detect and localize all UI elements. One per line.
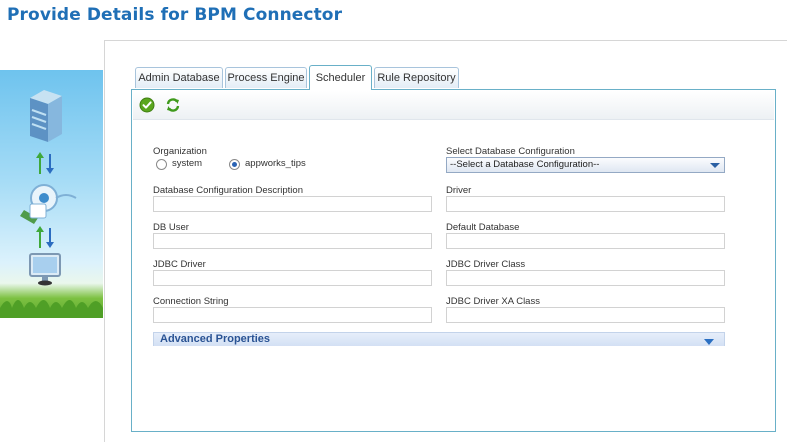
default-database-field[interactable] xyxy=(446,233,725,249)
jdbc-driver-xa-class-label: JDBC Driver XA Class xyxy=(446,296,540,307)
driver-field[interactable] xyxy=(446,196,725,212)
jdbc-driver-label: JDBC Driver xyxy=(153,259,206,270)
sync-arrows-icon xyxy=(36,226,54,248)
tab-scheduler[interactable]: Scheduler xyxy=(309,65,372,90)
connector-gear-icon xyxy=(20,184,77,224)
driver-label: Driver xyxy=(446,185,472,196)
jdbc-driver-class-field[interactable] xyxy=(446,270,725,286)
refresh-icon[interactable] xyxy=(165,97,181,113)
connection-string-field[interactable] xyxy=(153,307,432,323)
advanced-properties-toggle[interactable]: Advanced Properties xyxy=(153,332,725,346)
jdbc-driver-class-label: JDBC Driver Class xyxy=(446,259,526,270)
default-database-label: Default Database xyxy=(446,222,520,233)
organization-label: Organization xyxy=(153,146,207,157)
server-icon xyxy=(30,90,62,142)
advanced-properties-label: Advanced Properties xyxy=(160,333,271,345)
page-title: Provide Details for BPM Connector xyxy=(7,5,343,25)
form-toolbar xyxy=(133,91,774,120)
tab-process-engine[interactable]: Process Engine xyxy=(225,67,307,88)
jdbc-driver-xa-class-field[interactable] xyxy=(446,307,725,323)
chevron-down-icon xyxy=(704,339,714,345)
sync-arrows-icon xyxy=(36,152,54,174)
connector-illustration xyxy=(0,70,103,318)
db-config-description-field[interactable] xyxy=(153,196,432,212)
db-config-select[interactable]: --Select a Database Configuration-- xyxy=(446,157,725,173)
scheduler-form: Organization system appworks_tips Select… xyxy=(131,89,776,432)
radio-system-label: system xyxy=(172,158,203,169)
db-config-description-label: Database Configuration Description xyxy=(153,185,303,196)
db-user-field[interactable] xyxy=(153,233,432,249)
check-icon[interactable] xyxy=(139,97,155,113)
chevron-down-icon xyxy=(710,163,720,168)
connection-string-label: Connection String xyxy=(153,296,229,307)
tab-admin-database[interactable]: Admin Database xyxy=(135,67,223,88)
db-config-label: Select Database Configuration xyxy=(446,146,575,157)
radio-appworks-tips[interactable] xyxy=(229,159,240,170)
radio-appworks-tips-label: appworks_tips xyxy=(245,158,306,169)
db-user-label: DB User xyxy=(153,222,189,233)
jdbc-driver-field[interactable] xyxy=(153,270,432,286)
radio-system[interactable] xyxy=(156,159,167,170)
monitor-icon xyxy=(29,253,61,286)
tab-rule-repository[interactable]: Rule Repository xyxy=(374,67,459,88)
db-config-value: --Select a Database Configuration-- xyxy=(450,159,600,170)
